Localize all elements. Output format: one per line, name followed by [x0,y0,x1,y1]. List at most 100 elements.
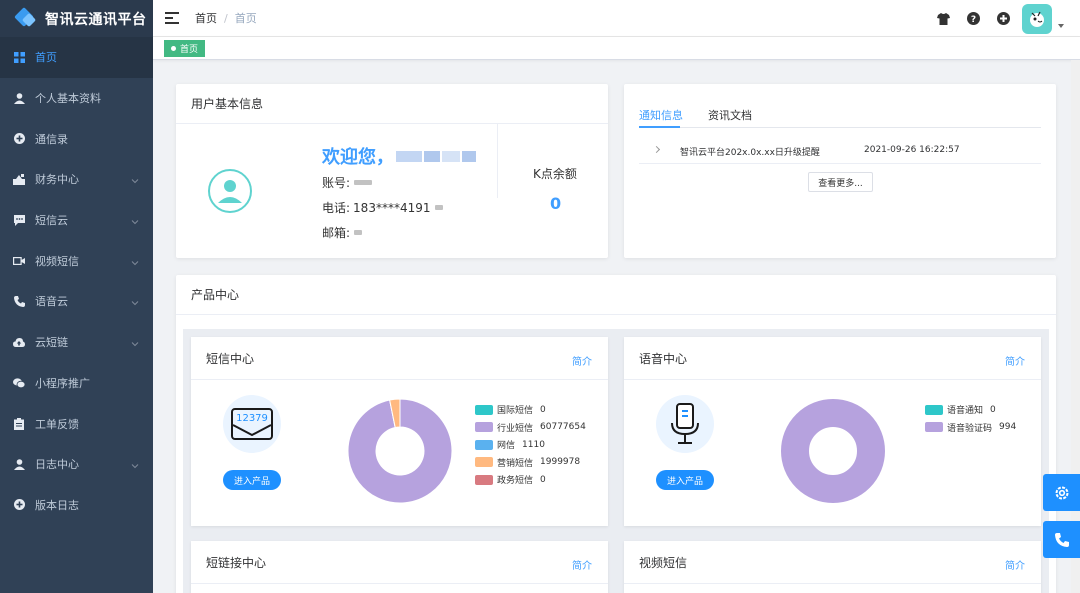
hamburger-icon[interactable] [165,12,179,24]
sidebar-item-label: 个人基本资料 [35,92,101,106]
notice-time: 2021-09-26 16:22:57 [864,145,960,155]
user-info-title: 用户基本信息 [176,84,608,124]
tshirt-icon[interactable] [936,12,950,26]
balance-value: 0 [550,194,562,213]
settings-float-button[interactable] [1043,474,1080,511]
svg-text:?: ? [970,15,975,25]
chevron-down-icon [131,338,139,347]
welcome-text: 欢迎您， [322,143,476,169]
video-sms-header: 视频短信 简介 [624,541,1041,584]
legend-item[interactable]: 网信 1110 [475,436,586,454]
help-icon[interactable]: ? [966,12,980,26]
sidebar-menu: 首页个人基本资料 通信录财务中心短信云视频短信 语音云 云短链 小程序推广工单反馈日志中… [0,37,153,525]
sidebar-item-3[interactable]: 财务中心 [0,159,153,200]
voice-legend: 语音通知 0 语音验证码 994 [925,401,1016,436]
video-intro-link[interactable]: 简介 [1005,557,1025,572]
sms-intro-link[interactable]: 简介 [572,353,592,368]
shortlink-intro-link[interactable]: 简介 [572,557,592,572]
voice-center-title: 语音中心 [639,351,688,366]
legend-item[interactable]: 国际短信 0 [475,401,586,419]
sms-center-header: 短信中心 简介 [191,337,608,380]
sidebar-item-8[interactable]: 小程序推广 [0,363,153,404]
sidebar-item-9[interactable]: 工单反馈 [0,403,153,444]
notice-title[interactable]: 智讯云平台202x.0x.xx日升级提醒 [680,145,820,158]
sidebar-item-1[interactable]: 个人基本资料 [0,78,153,119]
legend-item[interactable]: 语音通知 0 [925,401,1016,419]
phone-icon [13,295,25,307]
account-line: 账号: [322,174,373,191]
tag-home[interactable]: 首页 [164,40,206,57]
legend-value: 994 [999,422,1017,433]
avatar-icon [1030,11,1044,27]
notice-row[interactable]: 智讯云平台202x.0x.xx日升级提醒 2021-09-26 16:22:57 [639,137,1041,164]
tab-docs[interactable]: 资讯文档 [708,107,752,123]
sidebar-item-5[interactable]: 视频短信 [0,240,153,281]
email-label: 邮箱: [322,226,351,240]
sidebar-item-11[interactable]: 版本日志 [0,485,153,526]
user-avatar-button[interactable] [1022,3,1052,34]
legend-swatch [925,422,943,433]
sidebar-item-label: 工单反馈 [35,417,79,431]
redacted-mark [434,205,443,210]
legend-value: 0 [990,404,996,415]
pie-slice-语音验证码[interactable] [781,399,885,503]
sms-enter-button[interactable]: 进入产品 [223,470,281,490]
phone-icon [1054,532,1069,547]
welcome-label: 欢迎您， [322,147,394,168]
clipboard-icon [13,417,25,430]
grid-icon [13,51,25,63]
phone-float-button[interactable] [1043,521,1080,558]
legend-item[interactable]: 营销短信 1999978 [475,454,586,472]
redacted-name [462,150,476,162]
add-circle-icon[interactable] [996,12,1010,26]
view-more-button[interactable]: 查看更多... [808,172,873,192]
breadcrumb-separator: / [224,11,228,25]
sidebar-item-2[interactable]: 通信录 [0,118,153,159]
top-navbar: 首页 / 首页 ? [153,0,1080,37]
cloud-icon [13,336,25,348]
tab-notice[interactable]: 通知信息 [639,107,683,123]
breadcrumb-home[interactable]: 首页 [195,10,217,26]
card-title: 产品中心 [191,288,240,302]
legend-item[interactable]: 行业短信 60777654 [475,419,586,437]
video-icon [13,255,25,267]
phone-line: 电话: 183****4191 [322,199,443,216]
sidebar-item-4[interactable]: 短信云 [0,200,153,241]
sidebar-item-10[interactable]: 日志中心 [0,444,153,485]
video-sms-title: 视频短信 [639,555,688,570]
chevron-right-icon [652,145,661,154]
sidebar-item-7[interactable]: 云短链 [0,322,153,363]
sidebar-item-6[interactable]: 语音云 [0,281,153,322]
caret-down-icon[interactable] [1058,23,1064,28]
sidebar-item-label: 财务中心 [35,173,79,187]
legend-label: 网信 [497,441,516,452]
notice-tabs: 通知信息 资讯文档 [639,104,1041,128]
shortlink-center-card: 短链接中心 简介 [191,541,608,593]
sidebar-item-0[interactable]: 首页 [0,37,153,78]
legend-item[interactable]: 政务短信 0 [475,471,586,489]
app-logo[interactable]: 智讯云通讯平台 [0,0,153,37]
finance-icon [13,173,25,185]
app-title: 智讯云通讯平台 [45,11,147,28]
voice-intro-link[interactable]: 简介 [1005,353,1025,368]
legend-value: 0 [540,474,546,485]
sidebar-item-label: 通信录 [35,132,68,146]
message-icon [13,214,25,226]
redacted-account [354,180,373,185]
legend-swatch [475,474,493,485]
voice-enter-button[interactable]: 进入产品 [656,470,714,490]
sidebar-item-label: 短信云 [35,214,68,228]
redacted-email [354,230,363,235]
sms-pie-chart [348,399,452,503]
chevron-down-icon [131,216,139,225]
plus-circle-icon [13,133,25,145]
page-scrollbar[interactable] [1071,60,1080,593]
sidebar-item-label: 日志中心 [35,458,79,472]
gear-icon [1055,486,1068,499]
legend-item[interactable]: 语音验证码 994 [925,419,1016,437]
email-line: 邮箱: [322,224,363,241]
sidebar: 智讯云通讯平台 首页个人基本资料 通信录财务中心短信云视频短信 语音云 云短链 小程序推… [0,0,153,593]
legend-label: 语音通知 [947,406,984,417]
voice-pie-chart [781,399,885,503]
legend-label: 行业短信 [497,423,534,434]
